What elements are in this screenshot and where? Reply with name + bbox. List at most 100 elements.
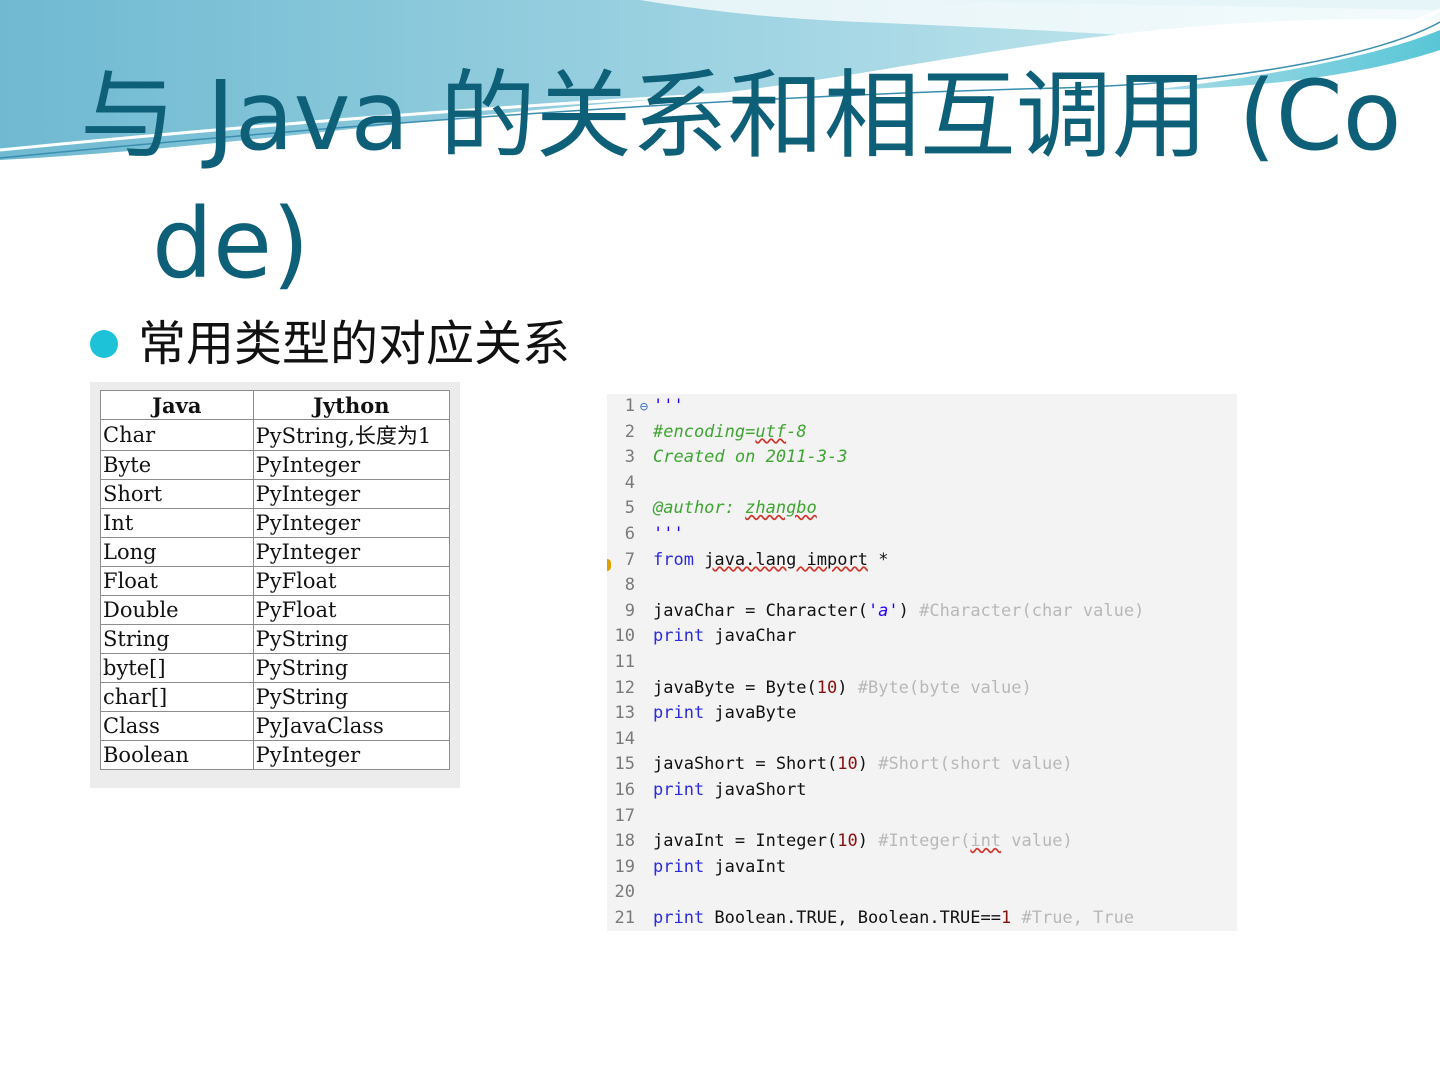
- code-line-18: 18 javaInt = Integer(10) #Integer(int val…: [607, 829, 1237, 855]
- table-row: Byte PyInteger: [100, 450, 451, 480]
- code-token: @author:: [653, 498, 746, 519]
- code-token: print: [653, 780, 705, 800]
- table-row: Boolean PyInteger: [100, 740, 451, 770]
- line-number: 1: [624, 396, 635, 416]
- code-token: value): [1001, 831, 1073, 852]
- code-token: Created on 2011-3-3: [653, 447, 848, 468]
- code-token: Boolean.TRUE, Boolean.TRUE==: [704, 908, 1001, 928]
- code-token: java.lang import: [704, 549, 868, 570]
- code-token: print: [653, 856, 705, 877]
- code-token: ''': [653, 396, 684, 416]
- line-number: 5: [624, 498, 635, 519]
- code-token: javaShort = Short(: [653, 754, 838, 775]
- line-number: 12: [614, 677, 635, 698]
- java-type-cell: char[]: [100, 682, 254, 712]
- code-line-1: 1 ⊖ ''': [607, 394, 1237, 420]
- slide-title: 与 Java 的关系和相互调用 (Co de): [80, 52, 1402, 308]
- slide-title-line-1: 与 Java 的关系和相互调用 (Co: [80, 60, 1402, 172]
- java-type-cell: Char: [100, 419, 254, 451]
- line-number: 14: [614, 728, 635, 749]
- column-header-java: Java: [100, 390, 254, 420]
- line-number: 11: [614, 652, 635, 672]
- code-token: #Character(char value): [919, 600, 1145, 621]
- jython-type-cell: PyString: [252, 653, 451, 683]
- jython-type-cell: PyInteger: [252, 740, 451, 770]
- line-number: 16: [614, 780, 635, 800]
- code-token: ): [837, 677, 858, 698]
- code-token: *: [867, 549, 889, 570]
- code-token: #Integer(: [878, 831, 971, 852]
- table-row: String PyString: [100, 624, 451, 654]
- table-row: char[] PyString: [100, 682, 451, 712]
- code-line-11: 11: [607, 650, 1237, 676]
- line-number: 15: [614, 754, 635, 775]
- line-number: 7: [624, 549, 635, 570]
- jython-type-cell: PyFloat: [252, 566, 451, 596]
- line-number: 2: [624, 421, 635, 442]
- code-token: #True, True: [1011, 908, 1135, 928]
- code-token: 10: [837, 754, 858, 775]
- line-number: 8: [624, 575, 635, 596]
- code-token: javaByte = Byte(: [653, 677, 817, 698]
- table-row: Short PyInteger: [100, 479, 451, 509]
- code-line-13: 13 print javaByte: [607, 701, 1237, 727]
- code-token: 1: [1001, 908, 1012, 928]
- code-token: from: [653, 549, 705, 570]
- code-token: ''': [653, 524, 684, 544]
- code-line-9: 9 javaChar = Character('a') #Character(ch…: [607, 599, 1237, 625]
- code-token: javaShort: [704, 780, 807, 800]
- table-header-row: Java Jython: [100, 390, 451, 420]
- code-line-17: 17: [607, 804, 1237, 830]
- column-header-jython: Jython: [252, 390, 451, 420]
- line-number: 17: [614, 805, 635, 826]
- code-line-16: 16 print javaShort: [607, 778, 1237, 804]
- java-type-cell: Class: [100, 711, 254, 741]
- java-type-cell: Double: [100, 595, 254, 625]
- java-type-cell: Long: [100, 537, 254, 567]
- code-token: javaChar = Character(: [653, 600, 868, 621]
- line-number: 18: [614, 831, 635, 852]
- java-type-cell: String: [100, 624, 254, 654]
- fold-collapse-icon[interactable]: ⊖: [635, 395, 653, 421]
- table-row: byte[] PyString: [100, 653, 451, 683]
- code-line-6: 6 ''': [607, 522, 1237, 548]
- code-line-4: 4: [607, 471, 1237, 497]
- code-line-14: 14: [607, 727, 1237, 753]
- code-token: print: [653, 626, 705, 647]
- table-row: Float PyFloat: [100, 566, 451, 596]
- line-number: 3: [624, 447, 635, 468]
- code-token: #Byte(byte value): [857, 677, 1032, 698]
- table-row: Class PyJavaClass: [100, 711, 451, 741]
- code-token: 10: [816, 677, 838, 698]
- jython-type-cell: PyString,长度为1: [252, 419, 451, 451]
- type-mapping-table-image: Java Jython Char PyString,长度为1 Byte PyInte…: [90, 382, 460, 788]
- line-number: 6: [624, 524, 635, 544]
- java-type-cell: byte[]: [100, 653, 254, 683]
- code-line-10: 10 print javaChar: [607, 624, 1237, 650]
- type-mapping-table: Java Jython Char PyString,长度为1 Byte PyInte…: [100, 390, 451, 770]
- line-number: 21: [614, 908, 635, 928]
- code-line-3: 3 Created on 2011-3-3: [607, 445, 1237, 471]
- code-line-21: 21 print Boolean.TRUE, Boolean.TRUE==1 #T…: [607, 906, 1237, 931]
- code-token: print: [653, 703, 705, 724]
- line-number: 4: [624, 472, 635, 493]
- code-token: #Short(short value): [878, 754, 1073, 775]
- jython-type-cell: PyInteger: [252, 479, 451, 509]
- java-type-cell: Byte: [100, 450, 254, 480]
- code-line-8: 8: [607, 573, 1237, 599]
- bullet-text: 常用类型的对应关系: [138, 316, 571, 372]
- table-row: Long PyInteger: [100, 537, 451, 567]
- slide-title-line-2: de): [152, 188, 310, 300]
- code-token: ): [857, 754, 879, 775]
- bullet-item: 常用类型的对应关系: [90, 312, 570, 376]
- bullet-dot-icon: [90, 330, 118, 358]
- code-token: print: [653, 908, 705, 928]
- table-row: Int PyInteger: [100, 508, 451, 538]
- code-token: javaInt = Integer(: [653, 831, 838, 852]
- code-line-20: 20: [607, 880, 1237, 906]
- code-editor-screenshot: 1 ⊖ ''' 2 #encoding=utf-8 3 Created on 2011-…: [607, 394, 1237, 931]
- java-type-cell: Int: [100, 508, 254, 538]
- line-number: 10: [614, 626, 635, 647]
- jython-type-cell: PyJavaClass: [252, 711, 451, 741]
- jython-type-cell: PyInteger: [252, 450, 451, 480]
